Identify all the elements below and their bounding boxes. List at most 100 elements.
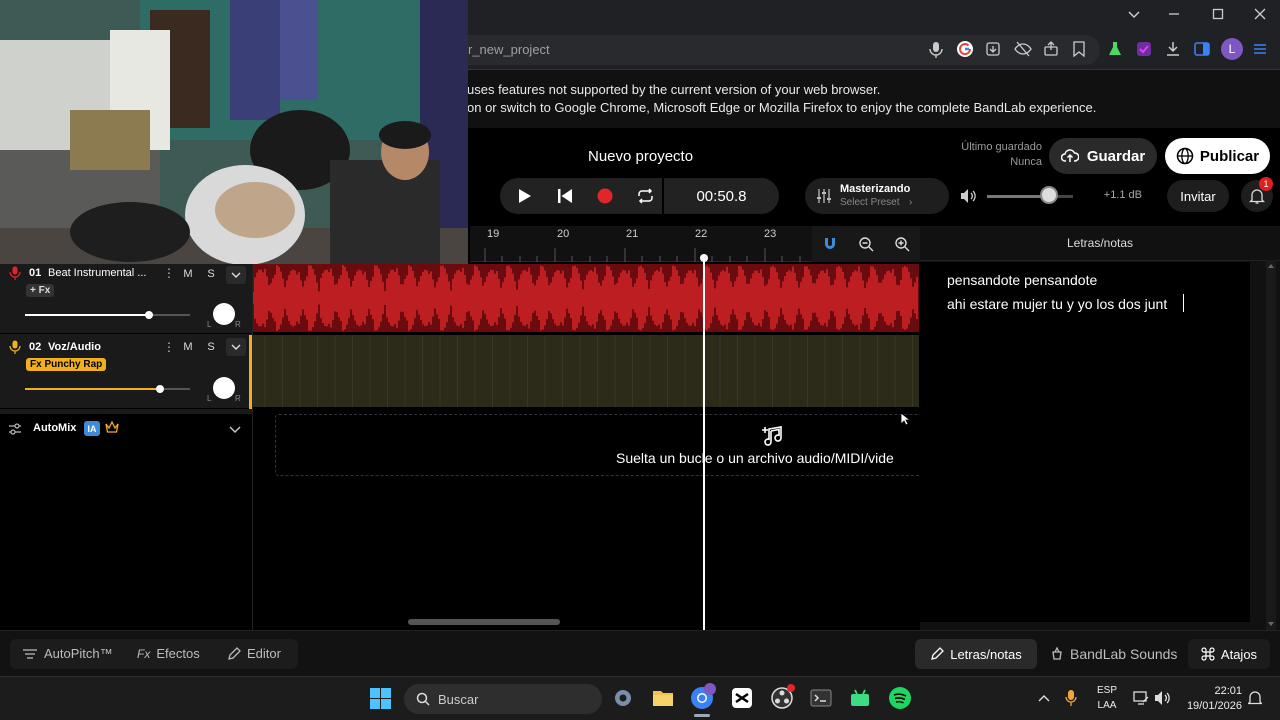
chevron-down-icon[interactable]: [226, 266, 246, 284]
chevron-down-icon[interactable]: [228, 422, 242, 436]
zoom-in-icon[interactable]: [894, 236, 910, 252]
mute-button[interactable]: M: [178, 266, 198, 282]
time-display[interactable]: 00:50.8: [664, 178, 779, 214]
fx-button[interactable]: Fx Punchy Rap: [26, 358, 107, 371]
solo-button[interactable]: S: [201, 339, 221, 355]
track-header-1[interactable]: 01 Beat Instrumental ... ⋮ M S + Fx L R: [0, 264, 252, 334]
lang-bottom[interactable]: LAA: [1091, 700, 1123, 711]
lyric-line[interactable]: pensandote pensandote: [947, 272, 1097, 288]
autopitch-button[interactable]: AutoPitch™: [22, 646, 113, 661]
project-title[interactable]: Nuevo proyecto: [588, 148, 693, 165]
track-name[interactable]: Beat Instrumental ...: [48, 267, 146, 279]
tab-list-chevron-icon[interactable]: [1126, 6, 1142, 22]
capcut-icon[interactable]: [730, 686, 754, 710]
mute-button[interactable]: M: [178, 339, 198, 355]
share-icon[interactable]: [1043, 41, 1059, 57]
automix-row[interactable]: AutoMix IA: [0, 414, 252, 444]
zoom-out-icon[interactable]: [858, 236, 874, 252]
invite-button[interactable]: Invitar: [1167, 180, 1229, 212]
google-icon[interactable]: [956, 40, 974, 58]
pan-knob[interactable]: [213, 377, 235, 399]
webcam-overlay: [0, 0, 468, 264]
bandlab-logo-icon: [1050, 647, 1064, 661]
pan-knob[interactable]: [213, 303, 235, 325]
bar-label: 23: [764, 228, 777, 240]
volume-icon[interactable]: [1154, 690, 1171, 706]
lyrics-tab-label: Letras/notas: [950, 646, 1022, 662]
bandlab-sounds-button[interactable]: BandLab Sounds: [1050, 646, 1177, 662]
bookmark-icon[interactable]: [1072, 41, 1086, 57]
horizontal-scrollbar[interactable]: [408, 619, 560, 625]
track-header-2[interactable]: 02 Voz/Audio ⋮ M S Fx Punchy Rap L R: [0, 335, 252, 409]
skip-back-icon[interactable]: [557, 188, 573, 204]
lyrics-scrollbar[interactable]: [1266, 260, 1276, 630]
playhead-handle[interactable]: [700, 254, 708, 262]
fx-button[interactable]: + Fx: [26, 284, 55, 297]
effects-button[interactable]: Fx Efectos: [137, 646, 200, 661]
menu-icon[interactable]: [1252, 41, 1268, 57]
magnet-snap-icon[interactable]: [822, 236, 838, 252]
track-name[interactable]: Voz/Audio: [48, 341, 101, 353]
windows-start-icon[interactable]: [370, 688, 391, 709]
playhead[interactable]: [703, 258, 705, 630]
extension-purple-icon[interactable]: [1136, 41, 1152, 57]
eye-off-icon[interactable]: [1014, 41, 1032, 57]
install-icon[interactable]: [985, 41, 1001, 57]
close-icon[interactable]: [1252, 6, 1268, 22]
minimize-icon[interactable]: [1166, 6, 1182, 22]
editor-button[interactable]: Editor: [227, 646, 281, 661]
spotify-icon[interactable]: [888, 686, 912, 710]
download-icon[interactable]: [1165, 41, 1181, 57]
audio-region-voice[interactable]: [253, 335, 919, 407]
microphone-icon[interactable]: [928, 41, 944, 59]
microphone-in-use-icon[interactable]: [1065, 689, 1077, 707]
audio-region-beat[interactable]: [253, 264, 919, 332]
notification-bell-icon[interactable]: [1248, 690, 1262, 706]
publish-button[interactable]: Publicar: [1165, 138, 1270, 174]
url-text[interactable]: r_new_project: [468, 42, 550, 57]
settings-gear-icon[interactable]: [611, 686, 635, 710]
profile-avatar[interactable]: L: [1221, 38, 1243, 60]
zoom-tools: [812, 226, 920, 262]
play-icon[interactable]: [518, 188, 532, 204]
bottom-toolbar: AutoPitch™ Fx Efectos Editor Letras/nota…: [0, 630, 1280, 676]
track-options-icon[interactable]: ⋮: [163, 266, 175, 280]
taskbar-search[interactable]: Buscar: [404, 684, 602, 714]
loop-icon[interactable]: [637, 188, 654, 204]
clock-time[interactable]: 22:01: [1182, 685, 1242, 697]
clock-date[interactable]: 19/01/2026: [1178, 700, 1242, 712]
warning-line-1: uses features not supported by the curre…: [467, 82, 881, 97]
track-volume-thumb[interactable]: [144, 311, 153, 319]
track-volume-thumb[interactable]: [156, 385, 165, 393]
master-volume-thumb[interactable]: [1039, 186, 1058, 204]
solo-button[interactable]: S: [201, 266, 221, 282]
mastering-button[interactable]: Masterizando Select Preset ›: [805, 178, 949, 214]
extension-flask-icon[interactable]: [1107, 41, 1123, 57]
network-icon[interactable]: [1133, 690, 1149, 706]
globe-icon: [1176, 147, 1194, 165]
lyrics-tab-button[interactable]: Letras/notas: [915, 639, 1037, 669]
mastering-label: Masterizando: [840, 183, 911, 195]
bar-label: 20: [557, 228, 570, 240]
save-button[interactable]: Guardar: [1049, 138, 1157, 174]
speaker-icon[interactable]: [960, 188, 977, 204]
track-options-icon[interactable]: ⋮: [163, 340, 175, 354]
sliders-icon: [816, 188, 832, 204]
terminal-icon[interactable]: [809, 686, 833, 710]
android-studio-icon[interactable]: [848, 686, 872, 710]
lyric-line[interactable]: ahi estare mujer tu y yo los dos junt: [947, 296, 1167, 312]
maximize-icon[interactable]: [1210, 6, 1226, 22]
file-explorer-icon[interactable]: [651, 686, 675, 710]
chevron-up-icon[interactable]: [1037, 692, 1051, 704]
pan-left-label: L: [207, 320, 212, 329]
lang-top[interactable]: ESP: [1091, 685, 1123, 696]
side-panel-icon[interactable]: [1194, 41, 1210, 57]
record-icon[interactable]: [597, 188, 613, 204]
microphone-icon: [9, 266, 21, 280]
lyrics-editor[interactable]: pensandote pensandote ahi estare mujer t…: [920, 262, 1250, 622]
shortcuts-button[interactable]: Atajos: [1188, 639, 1270, 669]
crown-icon: [105, 421, 119, 434]
chevron-down-icon[interactable]: [226, 338, 246, 356]
pen-icon: [930, 647, 945, 661]
effects-label: Efectos: [156, 646, 200, 661]
